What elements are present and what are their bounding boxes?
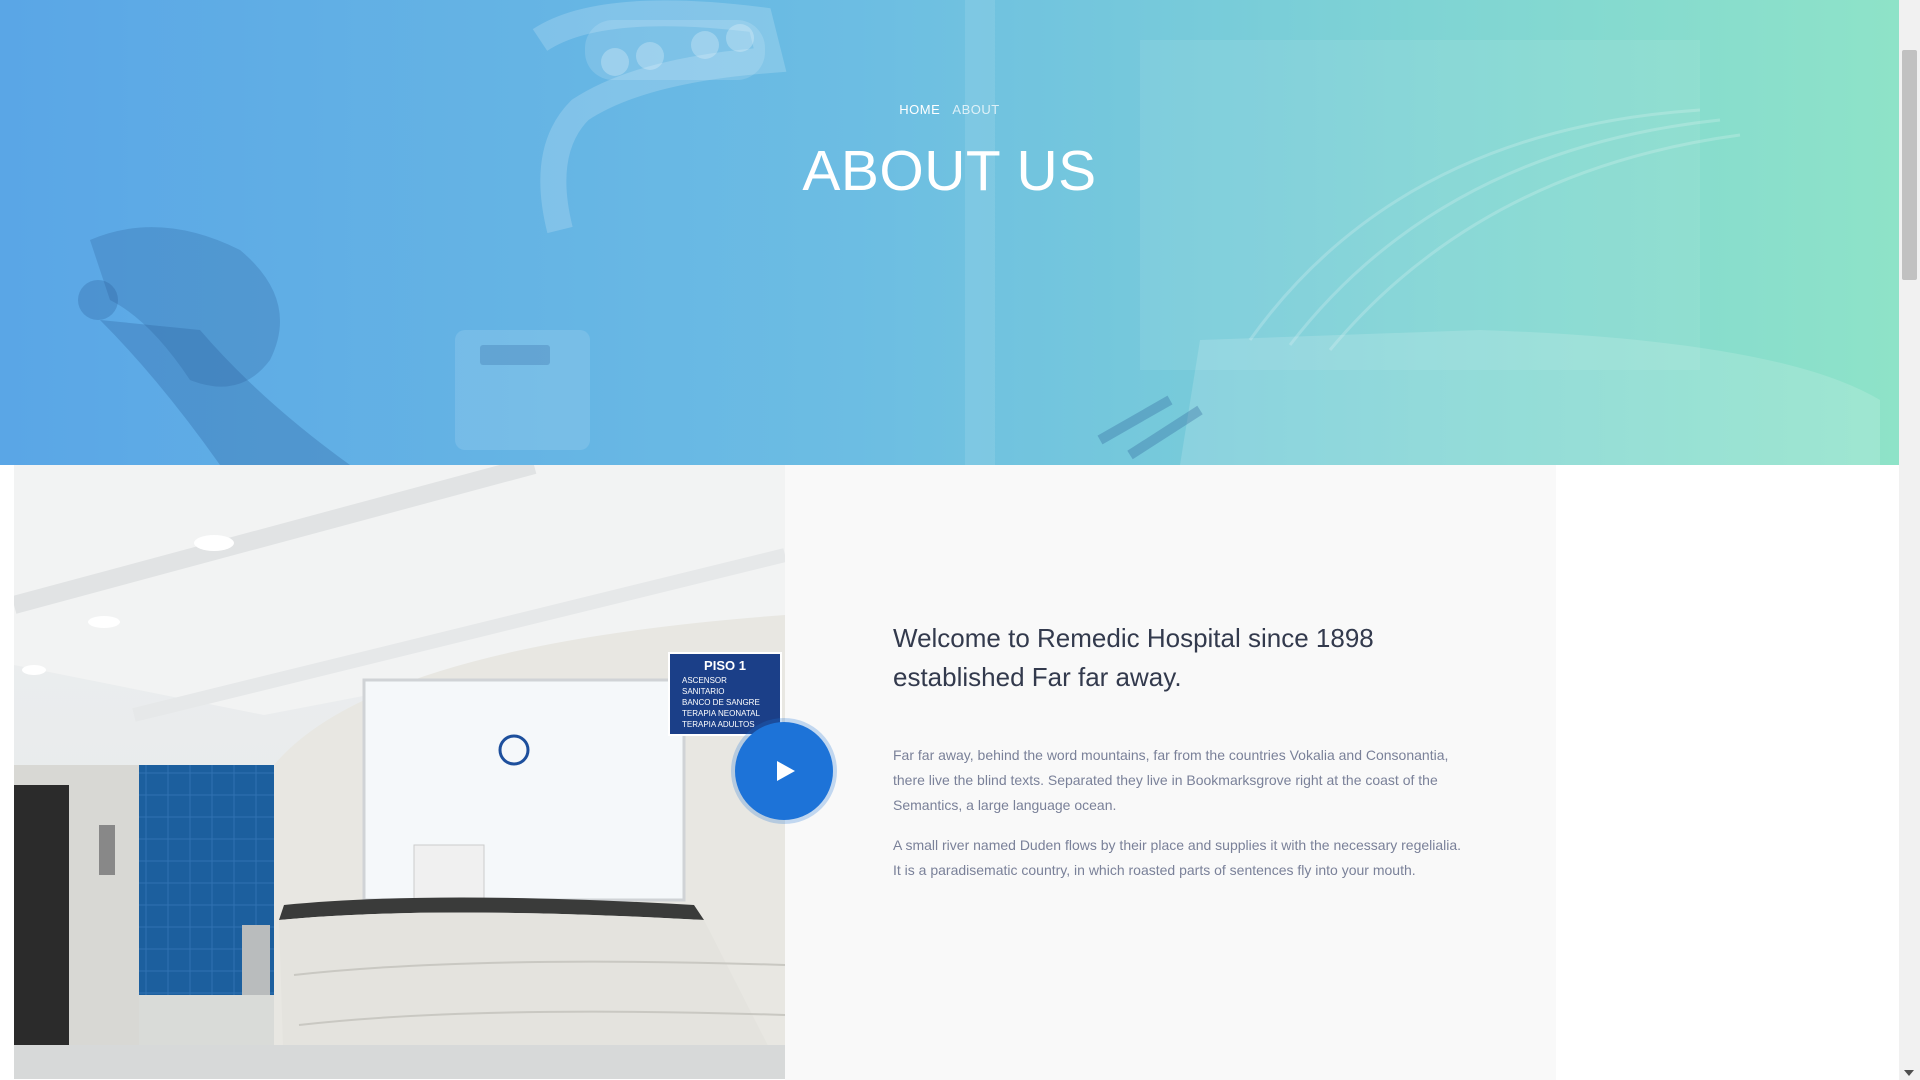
page-scrollbar[interactable] [1899, 0, 1920, 1080]
about-paragraph: A small river named Duden flows by their… [893, 837, 1462, 878]
breadcrumb-current: ABOUT [952, 102, 1000, 117]
hospital-reception-image: PISO 1 ASCENSOR SANITARIO BANCO DE SANGR… [14, 465, 785, 1079]
sign-item: ASCENSOR [682, 676, 727, 685]
play-icon [777, 761, 795, 781]
sign-item: TERAPIA ADULTOS [682, 720, 755, 729]
reception-illustration: PISO 1 ASCENSOR SANITARIO BANCO DE SANGR… [14, 465, 785, 1079]
page-title: ABOUT US [802, 139, 1097, 203]
sign-title: PISO 1 [704, 658, 746, 673]
scroll-down-arrow-icon[interactable] [1904, 1070, 1914, 1076]
breadcrumb-home-link[interactable]: HOME [899, 102, 940, 117]
hero-banner: HOME ABOUT ABOUT US [0, 0, 1899, 465]
about-paragraph: Far far away, behind the word mountains,… [893, 747, 1449, 813]
sign-item: TERAPIA NEONATAL [682, 709, 760, 718]
scrollbar-thumb[interactable] [1902, 50, 1917, 280]
sign-item: BANCO DE SANGRE [682, 698, 760, 707]
about-heading: Welcome to Remedic Hospital since 1898 e… [893, 623, 1374, 692]
sign-item: SANITARIO [682, 687, 725, 696]
hero-background-illustration [78, 0, 1880, 465]
play-video-button[interactable] [735, 722, 833, 820]
breadcrumb: HOME ABOUT [0, 102, 1899, 117]
